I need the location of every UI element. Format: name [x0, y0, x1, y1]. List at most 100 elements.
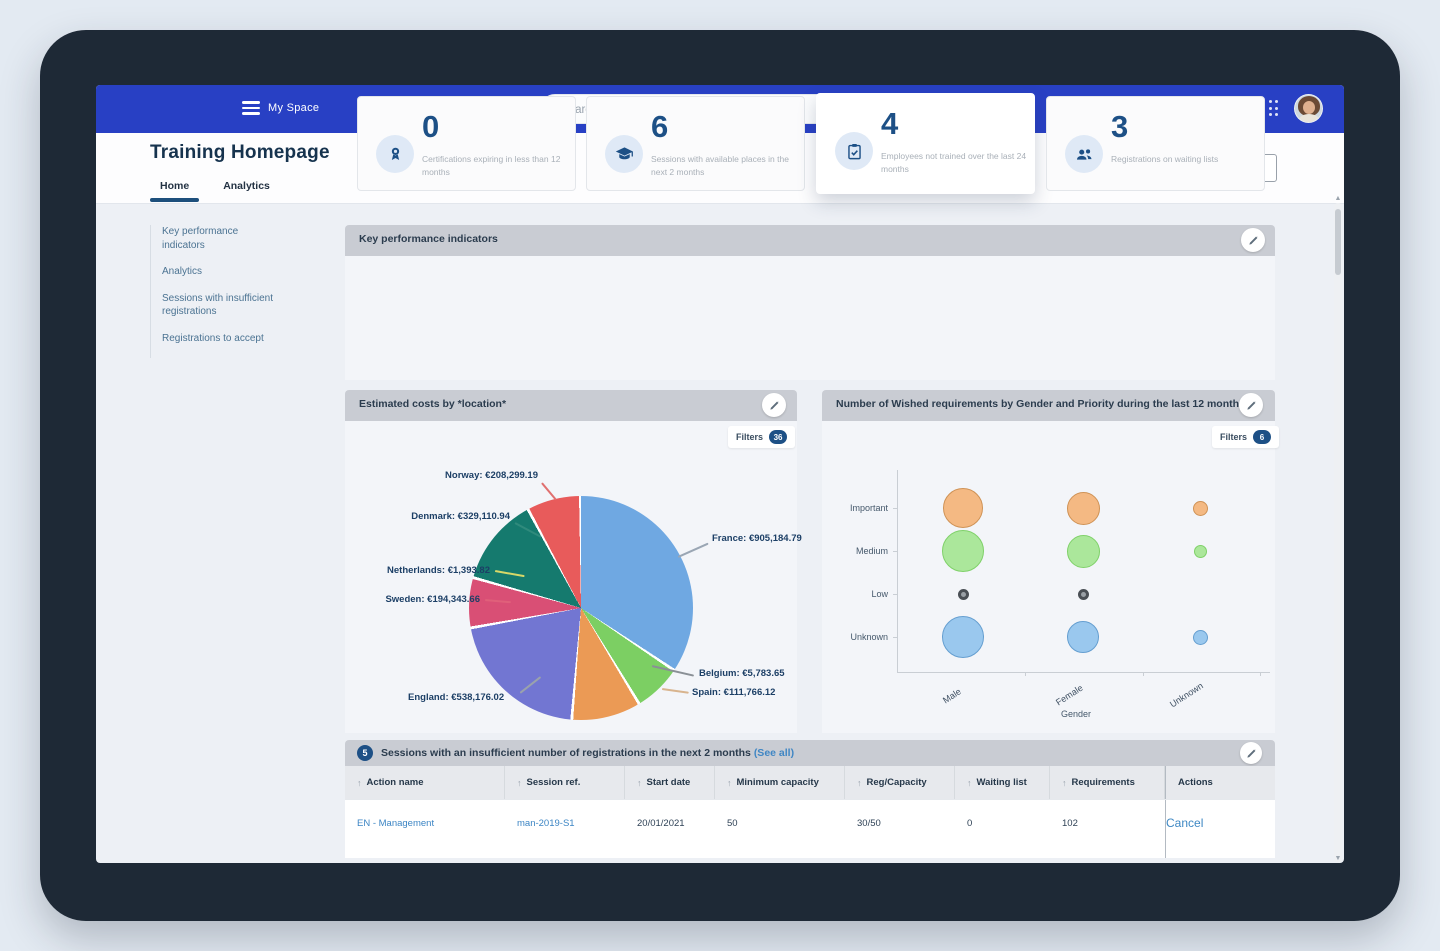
table-header-bar: 5 Sessions with an insufficient number o…	[345, 740, 1275, 766]
bubble-edit-button[interactable]	[1239, 393, 1263, 417]
sidebar-item-analytics[interactable]: Analytics	[162, 265, 280, 279]
y-tick	[893, 637, 897, 638]
pie-label-spain: Spain: €111,766.12	[692, 687, 775, 698]
y-label-important: Important	[828, 503, 888, 513]
table-row[interactable]: EN - Management man-2019-S1 20/01/2021 5…	[345, 799, 1275, 846]
y-tick	[893, 508, 897, 509]
sort-icon: ↑	[357, 778, 362, 788]
filters-count-badge: 6	[1253, 430, 1271, 444]
graduation-cap-icon	[605, 135, 643, 173]
kpi-value: 0	[422, 109, 439, 145]
cell-minimum-capacity: 50	[715, 800, 845, 846]
sidebar-item-registrations-to-accept[interactable]: Registrations to accept	[162, 332, 280, 346]
medal-icon	[376, 135, 414, 173]
column-header-start-date[interactable]: ↑Start date	[625, 766, 715, 799]
filters-label: Filters	[1220, 432, 1247, 442]
tab-home[interactable]: Home	[150, 177, 199, 200]
bubble-medium-unknown[interactable]	[1194, 545, 1207, 558]
hamburger-menu-icon[interactable]	[242, 101, 260, 115]
table-edit-button[interactable]	[1240, 742, 1262, 764]
bubble-unknown-male[interactable]	[942, 616, 984, 658]
y-tick	[893, 594, 897, 595]
bubble-unknown-female[interactable]	[1067, 621, 1099, 653]
cell-waiting-list: 0	[955, 800, 1050, 846]
bubble-important-unknown[interactable]	[1193, 501, 1208, 516]
bubble-important-male[interactable]	[943, 488, 983, 528]
bubble-low-female[interactable]	[1078, 589, 1089, 600]
scroll-down-icon[interactable]: ▼	[1334, 855, 1342, 862]
column-header-waiting-list[interactable]: ↑Waiting list	[955, 766, 1050, 799]
pie-label-england: England: €538,176.02	[408, 692, 504, 703]
cell-session-ref[interactable]: man-2019-S1	[505, 800, 625, 846]
vertical-scrollbar[interactable]	[1334, 203, 1342, 863]
kpi-card-waiting-lists[interactable]: 3 Registrations on waiting lists	[1046, 96, 1265, 191]
kpi-description: Registrations on waiting lists	[1111, 153, 1257, 166]
sort-icon: ↑	[637, 778, 642, 788]
sort-icon: ↑	[1062, 778, 1067, 788]
cell-reg-capacity: 30/50	[845, 800, 955, 846]
table-filler	[345, 845, 1275, 858]
x-tick	[1143, 672, 1144, 676]
table-column-headers: ↑Action name ↑Session ref. ↑Start date ↑…	[345, 766, 1275, 799]
y-label-low: Low	[828, 589, 888, 599]
kpi-value: 4	[881, 106, 898, 142]
page: My Space Training Homepage Home Analytic…	[0, 0, 1440, 951]
sidebar: Key performance indicators Analytics Ses…	[150, 225, 312, 358]
x-tick	[1260, 672, 1261, 676]
sort-icon: ↑	[517, 778, 522, 788]
pie-label-netherlands: Netherlands: €1,393.82	[387, 565, 490, 576]
bubble-medium-female[interactable]	[1067, 535, 1100, 568]
column-header-action-name[interactable]: ↑Action name	[345, 766, 505, 799]
pie-chart[interactable]	[469, 496, 693, 720]
kpi-description: Sessions with available places in the ne…	[651, 153, 797, 179]
tab-analytics[interactable]: Analytics	[213, 177, 280, 200]
pie-panel-title: Estimated costs by *location*	[359, 398, 506, 410]
kpi-card-certifications[interactable]: 0 Certifications expiring in less than 1…	[357, 96, 576, 191]
kpi-value: 3	[1111, 109, 1128, 145]
sort-icon: ↑	[857, 778, 862, 788]
bubble-medium-male[interactable]	[942, 530, 984, 572]
table-title: Sessions with an insufficient number of …	[381, 747, 794, 759]
sidebar-item-sessions-insufficient-registrations[interactable]: Sessions with insufficient registrations	[162, 292, 280, 319]
column-header-minimum-capacity[interactable]: ↑Minimum capacity	[715, 766, 845, 799]
filters-count-badge: 36	[769, 430, 787, 444]
users-icon	[1065, 135, 1103, 173]
column-header-session-ref[interactable]: ↑Session ref.	[505, 766, 625, 799]
y-label-unknown: Unknown	[828, 632, 888, 642]
bubble-filters-chip[interactable]: Filters 6	[1212, 426, 1279, 448]
bubble-important-female[interactable]	[1067, 492, 1100, 525]
kpi-cards-row	[345, 256, 1275, 380]
pie-label-denmark: Denmark: €329,110.94	[411, 511, 510, 522]
sort-icon: ↑	[727, 778, 732, 788]
x-axis	[897, 672, 1270, 673]
app-screen: My Space Training Homepage Home Analytic…	[96, 85, 1344, 863]
tab-bar: Home Analytics	[150, 177, 280, 200]
bubble-panel-body	[822, 421, 1275, 733]
see-all-link[interactable]: (See all)	[754, 747, 794, 759]
pie-edit-button[interactable]	[762, 393, 786, 417]
sidebar-item-key-performance-indicators[interactable]: Key performance indicators	[162, 225, 280, 252]
column-header-reg-capacity[interactable]: ↑Reg/Capacity	[845, 766, 955, 799]
column-header-actions: Actions	[1165, 766, 1275, 799]
y-axis	[897, 470, 898, 672]
kpi-card-sessions-available[interactable]: 6 Sessions with available places in the …	[586, 96, 805, 191]
avatar[interactable]	[1294, 94, 1323, 123]
bubble-unknown-unknown[interactable]	[1193, 630, 1208, 645]
scrollbar-thumb[interactable]	[1335, 209, 1341, 275]
kpi-card-employees-not-trained[interactable]: 4 Employees not trained over the last 24…	[816, 93, 1035, 194]
y-tick	[893, 551, 897, 552]
column-header-requirements[interactable]: ↑Requirements	[1050, 766, 1165, 799]
kpi-description: Certifications expiring in less than 12 …	[422, 153, 568, 179]
cell-action-name[interactable]: EN - Management	[345, 800, 505, 846]
cell-start-date: 20/01/2021	[625, 800, 715, 846]
scroll-up-icon[interactable]: ▲	[1334, 195, 1342, 202]
cancel-button[interactable]: Cancel	[1165, 800, 1275, 846]
clipboard-check-icon	[835, 132, 873, 170]
sort-icon: ↑	[967, 778, 972, 788]
my-space-label[interactable]: My Space	[268, 102, 319, 114]
bubble-low-male[interactable]	[958, 589, 969, 600]
kpi-edit-button[interactable]	[1241, 228, 1265, 252]
filters-label: Filters	[736, 432, 763, 442]
pie-filters-chip[interactable]: Filters 36	[728, 426, 795, 448]
kpi-description: Employees not trained over the last 24 m…	[881, 150, 1027, 176]
